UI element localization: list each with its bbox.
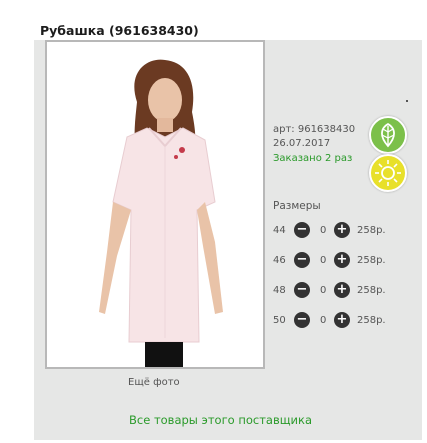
product-photo[interactable]: [45, 40, 265, 369]
increase-button[interactable]: +: [334, 282, 350, 298]
decrease-button[interactable]: −: [294, 222, 310, 238]
decrease-button[interactable]: −: [294, 282, 310, 298]
product-title: Рубашка (961638430): [40, 23, 199, 38]
decrease-button[interactable]: −: [294, 252, 310, 268]
sun-icon: [369, 154, 407, 192]
size-value: 44: [273, 225, 286, 236]
quantity-value: 0: [320, 225, 327, 236]
size-value: 50: [273, 315, 286, 326]
decrease-button[interactable]: −: [294, 312, 310, 328]
product-photo-image: [47, 42, 263, 367]
article-number: арт: 961638430: [273, 124, 356, 135]
price-value: 258р.: [357, 225, 386, 236]
increase-button[interactable]: +: [334, 252, 350, 268]
quantity-value: 0: [320, 315, 327, 326]
price-value: 258р.: [357, 315, 386, 326]
price-value: 258р.: [357, 255, 386, 266]
quantity-value: 0: [320, 255, 327, 266]
more-photo-link[interactable]: Ещё фото: [128, 377, 180, 388]
size-value: 46: [273, 255, 286, 266]
quantity-value: 0: [320, 285, 327, 296]
size-value: 48: [273, 285, 286, 296]
increase-button[interactable]: +: [334, 312, 350, 328]
leaf-icon: [369, 116, 407, 154]
menu-dot: [406, 100, 408, 102]
ordered-count: Заказано 2 раз: [273, 153, 353, 164]
supplier-products-link[interactable]: Все товары этого поставщика: [129, 413, 312, 427]
increase-button[interactable]: +: [334, 222, 350, 238]
price-value: 258р.: [357, 285, 386, 296]
title-bar: Рубашка (961638430): [0, 0, 427, 40]
sizes-label: Размеры: [273, 200, 321, 212]
product-date: 26.07.2017: [273, 138, 331, 149]
